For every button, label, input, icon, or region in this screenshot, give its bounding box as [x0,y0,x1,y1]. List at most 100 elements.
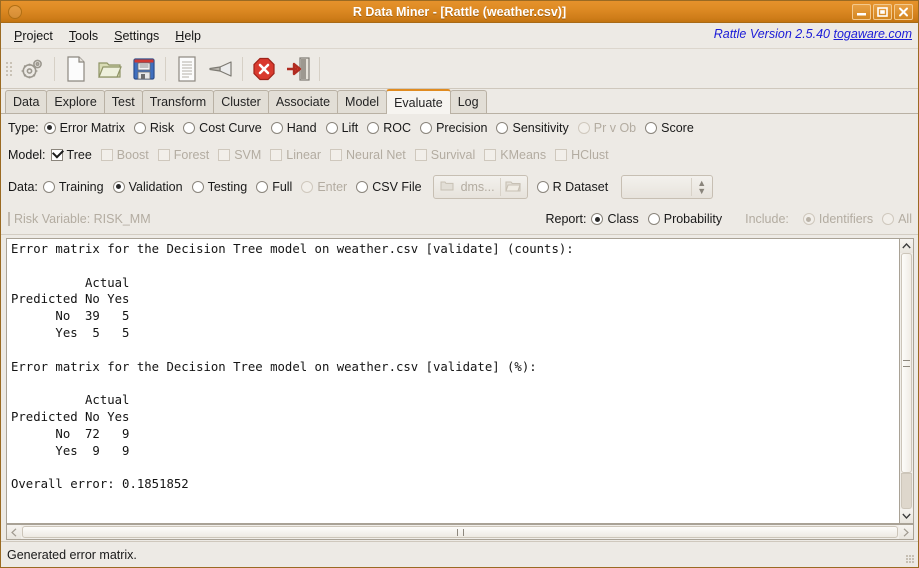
model-option-tree[interactable]: Tree [50,148,92,162]
type-option-label: Precision [436,120,488,135]
tab-cluster[interactable]: Cluster [213,90,269,113]
type-option-label: Pr v Ob [593,120,637,135]
resize-grip[interactable] [906,555,916,565]
data-option-label: Full [272,179,293,194]
model-option-label: KMeans [500,148,547,162]
model-row: Model: Tree Boost Forest SVM Linear Neur… [1,141,918,169]
scroll-up-button[interactable] [900,239,913,253]
vertical-scrollbar[interactable] [899,238,914,524]
include-option-label: Identifiers [818,212,874,226]
radio-icon [191,180,204,193]
checkbox-icon [157,149,170,161]
data-option-label: Training [58,179,104,194]
type-option-label: Risk [149,120,175,135]
checkbox-icon [414,149,427,161]
tab-test[interactable]: Test [103,90,143,113]
togaware-link[interactable]: togaware.com [833,27,912,41]
version-text: Rattle Version 2.5.40 [713,27,834,41]
menu-tools[interactable]: Tools [61,27,106,45]
minimize-button[interactable] [852,3,871,20]
radio-icon [356,180,369,193]
csv-file-name: dms... [460,179,495,194]
type-option-roc[interactable]: ROC [367,121,411,135]
tab-transform[interactable]: Transform [141,90,215,113]
type-option-cost-curve[interactable]: Cost Curve [183,121,262,135]
radio-icon [325,121,338,134]
menu-settings[interactable]: Settings [106,27,167,45]
model-option-label: Tree [66,148,92,162]
include-label: Include: [745,212,789,226]
data-option-r-dataset[interactable]: R Dataset [536,180,608,194]
radio-icon [577,121,590,134]
vertical-scroll-track[interactable] [900,253,913,509]
tab-log[interactable]: Log [449,90,487,113]
radio-icon [301,180,314,193]
menu-help[interactable]: Help [167,27,209,45]
model-option-label: Neural Net [346,148,406,162]
radio-icon [367,121,380,134]
model-option-label: Linear [286,148,322,162]
type-option-error-matrix[interactable]: Error Matrix [43,120,125,135]
tab-model[interactable]: Model [337,90,388,113]
report-option-label: Class [607,212,639,226]
checkbox-icon [50,149,63,161]
csv-file-chooser-button: dms... [432,174,528,199]
tab-evaluate[interactable]: Evaluate [386,89,451,114]
execute-button[interactable] [16,53,50,85]
report-button[interactable] [170,53,204,85]
scroll-right-button[interactable] [899,525,913,539]
title-bar: R Data Miner - [Rattle (weather.csv)] [1,1,918,23]
model-option-survival: Survival [414,148,475,162]
vertical-scroll-lower[interactable] [901,473,912,509]
radio-icon [270,121,283,134]
horizontal-scroll-thumb[interactable] [22,526,898,538]
data-option-label: CSV File [372,179,422,194]
data-option-full[interactable]: Full [256,180,292,194]
maximize-button[interactable] [873,3,892,20]
data-option-training[interactable]: Training [42,179,104,194]
scroll-down-button[interactable] [900,509,913,523]
horizontal-scrollbar[interactable] [6,524,914,540]
type-option-hand[interactable]: Hand [270,121,317,135]
radio-icon [420,121,433,134]
output-text-box[interactable]: Error matrix for the Decision Tree model… [6,238,899,524]
tab-data[interactable]: Data [5,90,48,113]
model-option-linear: Linear [270,148,321,162]
export-button[interactable] [204,53,238,85]
radio-icon [133,121,146,134]
vertical-scroll-thumb[interactable] [901,253,912,474]
quit-button[interactable] [281,53,315,85]
scroll-left-button[interactable] [7,525,21,539]
new-button[interactable] [59,53,93,85]
type-option-risk[interactable]: Risk [133,120,175,135]
type-option-lift[interactable]: Lift [325,121,358,135]
data-option-validation[interactable]: Validation [112,180,183,194]
toolbar [1,49,918,89]
folder-icon [436,179,458,194]
report-option-probability[interactable]: Probability [647,212,723,226]
type-option-precision[interactable]: Precision [420,121,487,135]
data-option-csv-file[interactable]: CSV File [356,179,422,194]
menu-tools-label: ools [75,28,99,43]
close-button[interactable] [894,3,913,20]
r-dataset-combo[interactable]: ▲ ▼ [621,174,714,199]
report-option-class[interactable]: Class [591,212,639,226]
save-button[interactable] [127,53,161,85]
report-option-label: Probability [663,212,723,226]
status-bar: Generated error matrix. [1,541,918,567]
radio-icon [42,180,55,193]
tab-explore[interactable]: Explore [46,90,105,113]
browse-folder-icon [501,179,525,195]
type-option-pr-v-ob: Pr v Ob [577,120,637,135]
tab-associate[interactable]: Associate [267,90,339,113]
type-option-label: Score [661,120,694,135]
type-option-score[interactable]: Score [645,121,694,135]
data-option-testing[interactable]: Testing [191,180,247,194]
toolbar-grip[interactable] [5,57,13,81]
type-option-label: Error Matrix [59,120,125,135]
menu-project[interactable]: Project [6,27,61,45]
open-button[interactable] [93,53,127,85]
type-option-sensitivity[interactable]: Sensitivity [496,121,569,135]
stop-button[interactable] [247,53,281,85]
model-option-boost: Boost [100,148,149,162]
